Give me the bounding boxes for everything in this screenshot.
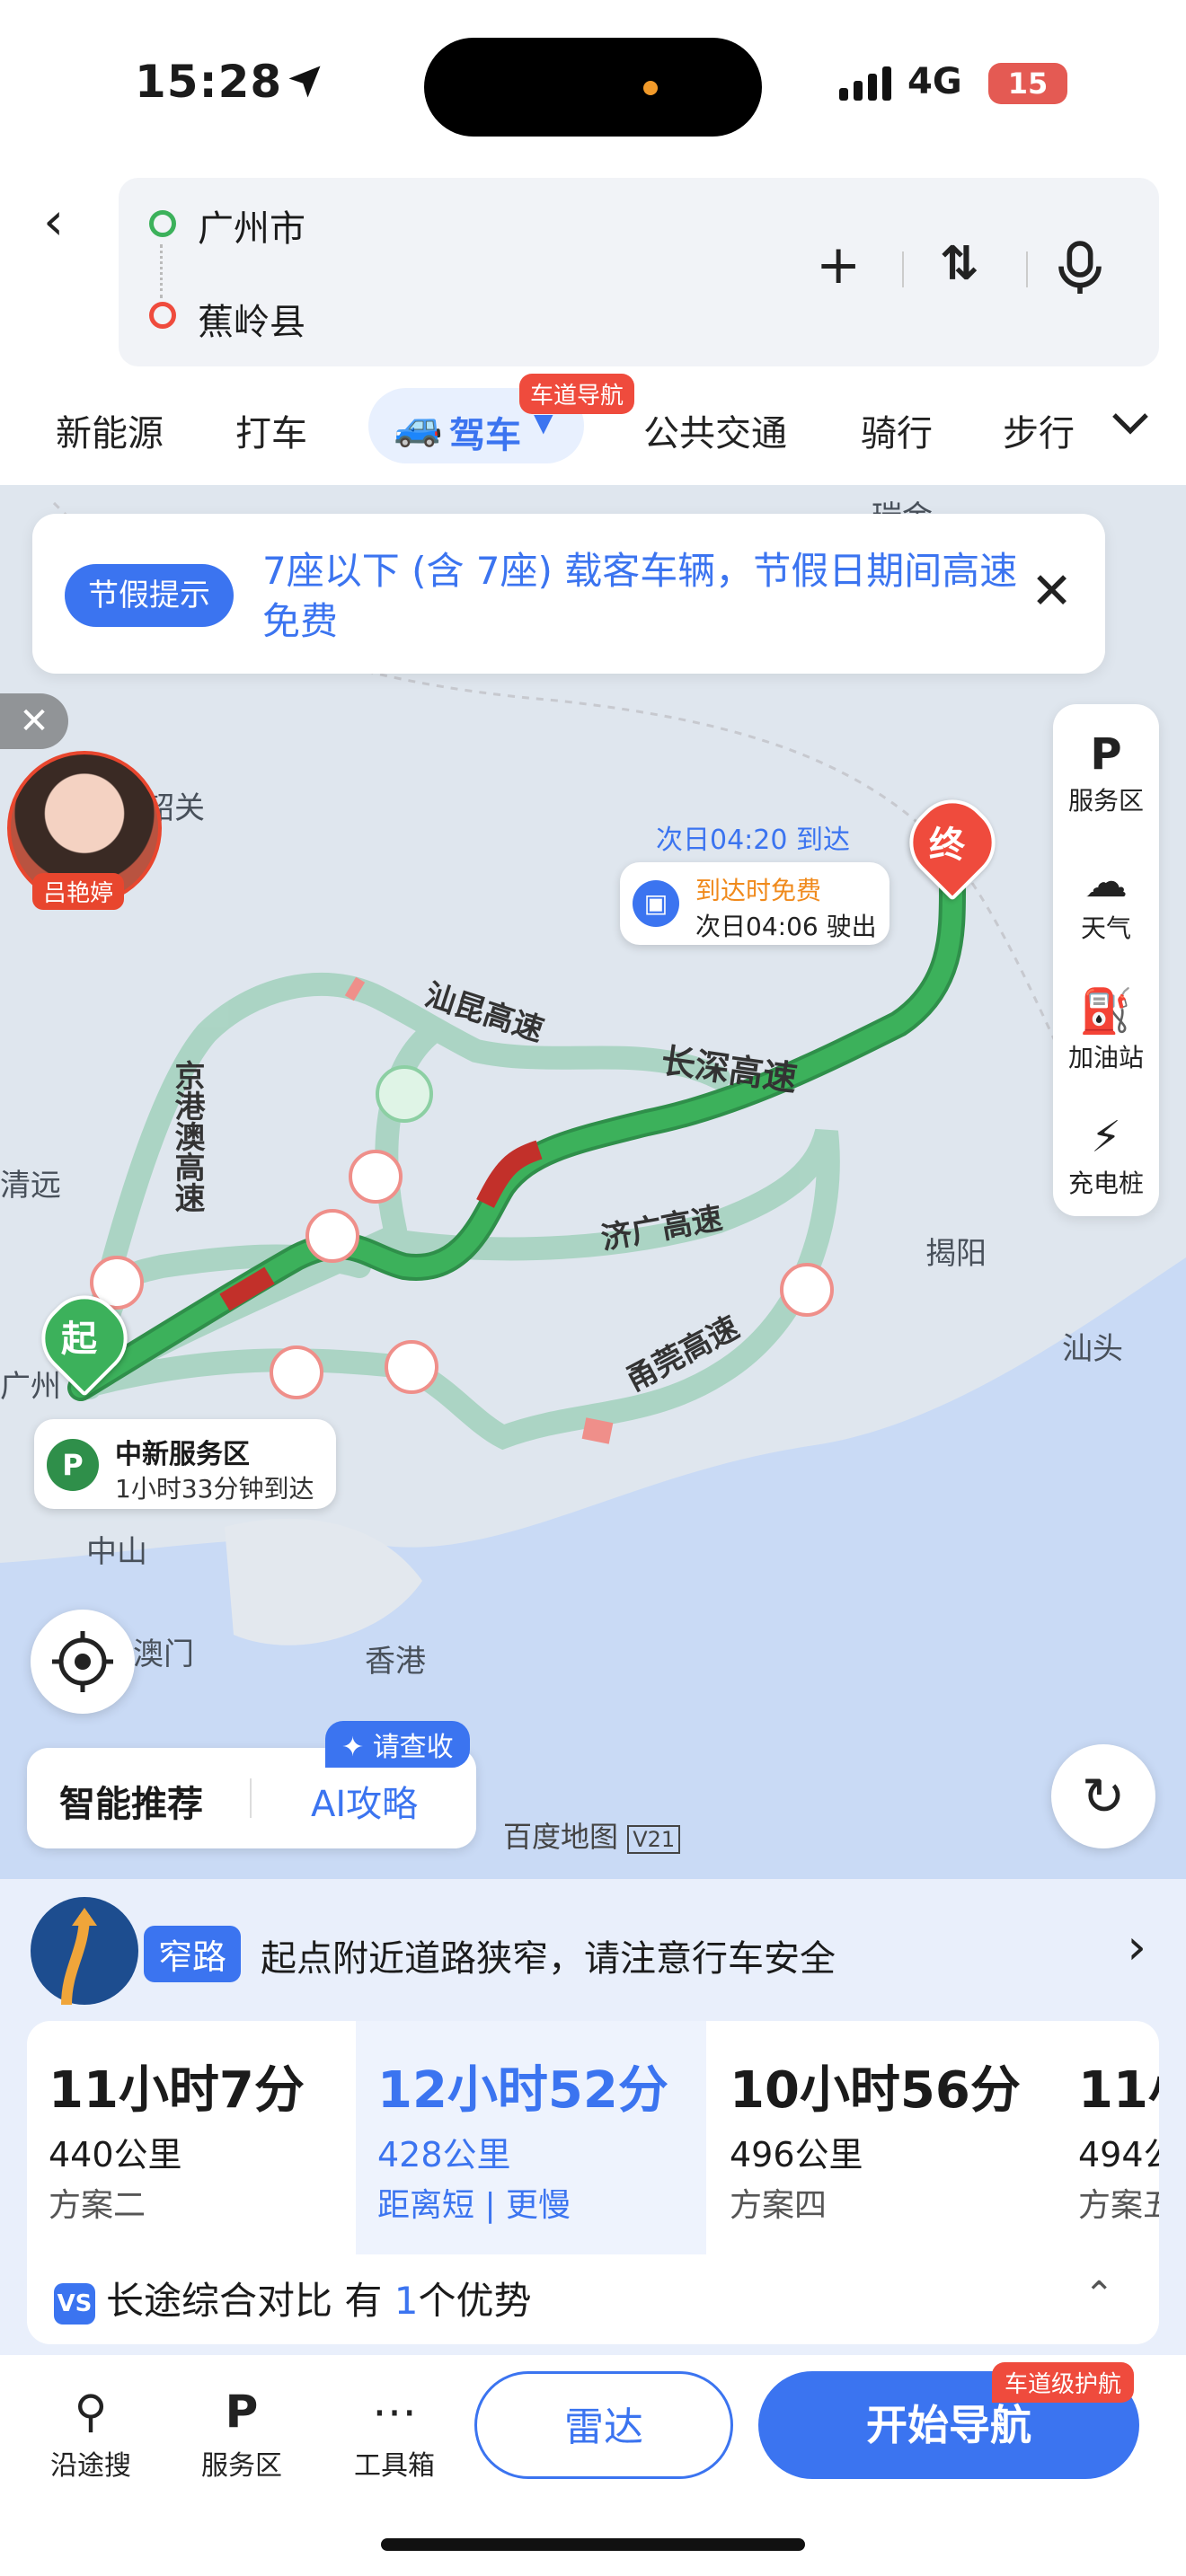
service-area-button[interactable]: P 服务区	[192, 2380, 291, 2483]
narrow-road-tag: 窄路	[144, 1926, 242, 1982]
ai-guide-badge: ✦ 请查收	[325, 1721, 470, 1768]
origin-dot-icon	[149, 210, 176, 237]
route-plan-card[interactable]: 11小时494公里方案五	[1057, 2021, 1159, 2254]
toll-free-label: 到达时免费	[695, 876, 822, 905]
chevron-right-icon: ›	[1127, 1919, 1146, 1975]
service-area-icon: P	[47, 1439, 99, 1491]
route-input-box: 广州市 蕉岭县 + ⇅	[119, 178, 1159, 366]
map-label-shantou: 汕头	[1062, 1331, 1123, 1367]
dynamic-island	[424, 38, 762, 137]
tab-walking[interactable]: 步行	[1003, 404, 1075, 456]
route-plans: 11小时7分 440公里 方案二 12小时52分 428公里 距离短 | 更慢 10小时…	[27, 2021, 1159, 2344]
smart-recommend-bar[interactable]: 智能推荐 AI攻略 ✦ 请查收	[27, 1721, 476, 1848]
search-icon: ⚲	[74, 2386, 108, 2438]
holiday-tag: 节假提示	[65, 564, 234, 627]
toll-icon: ▣	[633, 880, 679, 927]
service-area-tool[interactable]: P 服务区	[1053, 728, 1159, 817]
route-plan-card[interactable]: 10小时56分 496公里 方案四	[708, 2021, 1040, 2254]
toll-info-bubble[interactable]: ▣ 到达时免费 次日04:06 驶出	[620, 862, 890, 945]
end-marker-label: 终	[929, 825, 965, 866]
tab-taxi[interactable]: 打车	[235, 404, 307, 456]
car-icon: 🚙	[394, 403, 443, 449]
long-trip-compare[interactable]: VS 长途综合对比 有 1个优势	[54, 2271, 531, 2325]
tab-new-energy[interactable]: 新能源	[56, 404, 164, 456]
radar-button[interactable]: 雷达	[474, 2371, 733, 2479]
more-icon: ⋯	[372, 2386, 417, 2438]
map-canvas[interactable]: 韶关 清远 广州 揭阳 汕头 中山 澳门 香港 瑞金 汕昆高速 长深高速 京港澳…	[0, 485, 1186, 1886]
home-indicator[interactable]	[381, 2538, 805, 2551]
add-waypoint-icon[interactable]: +	[816, 234, 861, 296]
exit-time: 次日04:06 驶出	[695, 912, 877, 941]
battery-indicator: 15	[988, 63, 1067, 104]
location-arrow-icon	[288, 66, 321, 98]
map-side-tools: P 服务区 ☁ 天气 ⛽ 加油站 ⚡ 充电桩	[1053, 704, 1159, 1216]
avatar-name: 吕艳婷	[32, 873, 125, 910]
ai-guide-link[interactable]: AI攻略	[311, 1775, 418, 1827]
locate-button[interactable]	[31, 1610, 135, 1714]
map-label-jieyang: 揭阳	[925, 1236, 987, 1272]
charging-tool[interactable]: ⚡ 充电桩	[1053, 1110, 1159, 1200]
map-label-zhongshan: 中山	[86, 1534, 147, 1570]
map-label-guangzhou: 广州	[0, 1369, 61, 1405]
narrow-road-message: 起点附近道路狭窄，请注意行车安全	[261, 1938, 836, 1980]
service-area-name: 中新服务区	[115, 1439, 250, 1470]
route-plan-card[interactable]: 11小时7分 440公里 方案二	[27, 2021, 359, 2254]
collapse-icon[interactable]: ⌃	[1084, 2274, 1114, 2316]
route-plan-card-selected[interactable]: 12小时52分 428公里 距离短 | 更慢	[356, 2021, 706, 2254]
swap-route-icon[interactable]: ⇅	[940, 237, 979, 291]
service-area-eta: 1小时33分钟到达	[115, 1474, 314, 1504]
status-time: 15:28	[135, 56, 283, 108]
map-watermark: 百度地图 V21	[503, 1814, 681, 1856]
road-label-jinggangao: 京港澳高速	[169, 1060, 205, 1213]
charging-icon: ⚡	[1091, 1112, 1121, 1162]
search-along-button[interactable]: ⚲ 沿途搜	[41, 2380, 140, 2483]
service-area-bubble[interactable]: P 中新服务区 1小时33分钟到达	[34, 1419, 336, 1509]
close-avatar-button[interactable]: ✕	[0, 693, 68, 749]
crosshair-icon	[52, 1631, 113, 1692]
destination-field[interactable]: 蕉岭县	[198, 293, 305, 345]
start-marker-label: 起	[61, 1319, 97, 1360]
narrow-road-icon	[31, 1897, 138, 2006]
smart-recommend-label[interactable]: 智能推荐	[59, 1775, 203, 1827]
signal-icon	[839, 66, 891, 101]
vs-icon: VS	[54, 2282, 95, 2325]
lane-guard-badge: 车道级护航	[992, 2362, 1135, 2403]
map-label-hongkong: 香港	[365, 1644, 426, 1680]
microphone-icon[interactable]	[1055, 239, 1105, 298]
holiday-text: 7座以下 (含 7座) 载客车辆，节假日期间高速免费	[262, 549, 1018, 643]
back-button[interactable]: ‹	[43, 190, 64, 251]
toolbox-button[interactable]: ⋯ 工具箱	[345, 2380, 444, 2483]
destination-dot-icon	[149, 302, 176, 329]
lane-nav-badge: 车道导航	[519, 374, 635, 414]
weather-tool[interactable]: ☁ 天气	[1053, 855, 1159, 945]
map-label-qingyuan: 清远	[0, 1168, 61, 1204]
narrow-road-warning[interactable]: 窄路 起点附近道路狭窄，请注意行车安全 ›	[31, 1897, 1155, 2006]
gas-station-tool[interactable]: ⛽ 加油站	[1053, 984, 1159, 1074]
arrival-time: 次日04:20 到达	[656, 825, 850, 856]
cloud-icon: ☁	[1084, 857, 1128, 907]
origin-field[interactable]: 广州市	[198, 199, 305, 251]
tab-cycling[interactable]: 骑行	[861, 404, 933, 456]
close-notice-button[interactable]: ✕	[1031, 562, 1073, 621]
map-label-macau: 澳门	[133, 1636, 194, 1672]
parking-icon: P	[1090, 729, 1122, 780]
refresh-route-button[interactable]: ↻	[1051, 1744, 1155, 1848]
network-type: 4G	[907, 61, 962, 102]
tab-public-transit[interactable]: 公共交通	[643, 404, 787, 456]
holiday-notice: 节假提示 7座以下 (含 7座) 载客车辆，节假日期间高速免费 ✕	[32, 514, 1105, 674]
fuel-icon: ⛽	[1079, 986, 1133, 1037]
expand-tabs-icon[interactable]	[1109, 410, 1152, 438]
parking-icon: P	[225, 2386, 259, 2438]
